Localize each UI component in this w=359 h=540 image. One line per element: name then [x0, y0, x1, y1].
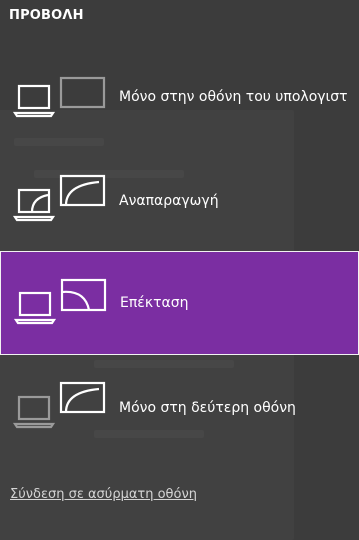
- connect-wireless-display-link[interactable]: Σύνδεση σε ασύρματη οθόνη: [10, 487, 197, 502]
- option-pc-screen-only[interactable]: Μόνο στην οθόνη του υπολογιστ: [0, 45, 359, 149]
- option-label: Μόνο στη δεύτερη οθόνη: [119, 400, 296, 416]
- option-duplicate[interactable]: Αναπαραγωγή: [0, 149, 359, 253]
- option-label: Επέκταση: [120, 295, 189, 311]
- duplicate-icon: [12, 174, 106, 222]
- project-flyout: ΠΡΟΒΟΛΗ Μόνο στην οθόνη του υπολογιστ Αν…: [0, 0, 359, 528]
- extend-icon: [13, 278, 107, 325]
- panel-title: ΠΡΟΒΟΛΗ: [9, 8, 84, 23]
- second-screen-only-icon: [12, 381, 106, 429]
- option-extend[interactable]: Επέκταση: [0, 251, 359, 355]
- option-label: Μόνο στην οθόνη του υπολογιστ: [119, 89, 348, 105]
- option-label: Αναπαραγωγή: [119, 193, 219, 209]
- option-second-screen-only[interactable]: Μόνο στη δεύτερη οθόνη: [0, 356, 359, 460]
- pc-screen-only-icon: [12, 76, 106, 118]
